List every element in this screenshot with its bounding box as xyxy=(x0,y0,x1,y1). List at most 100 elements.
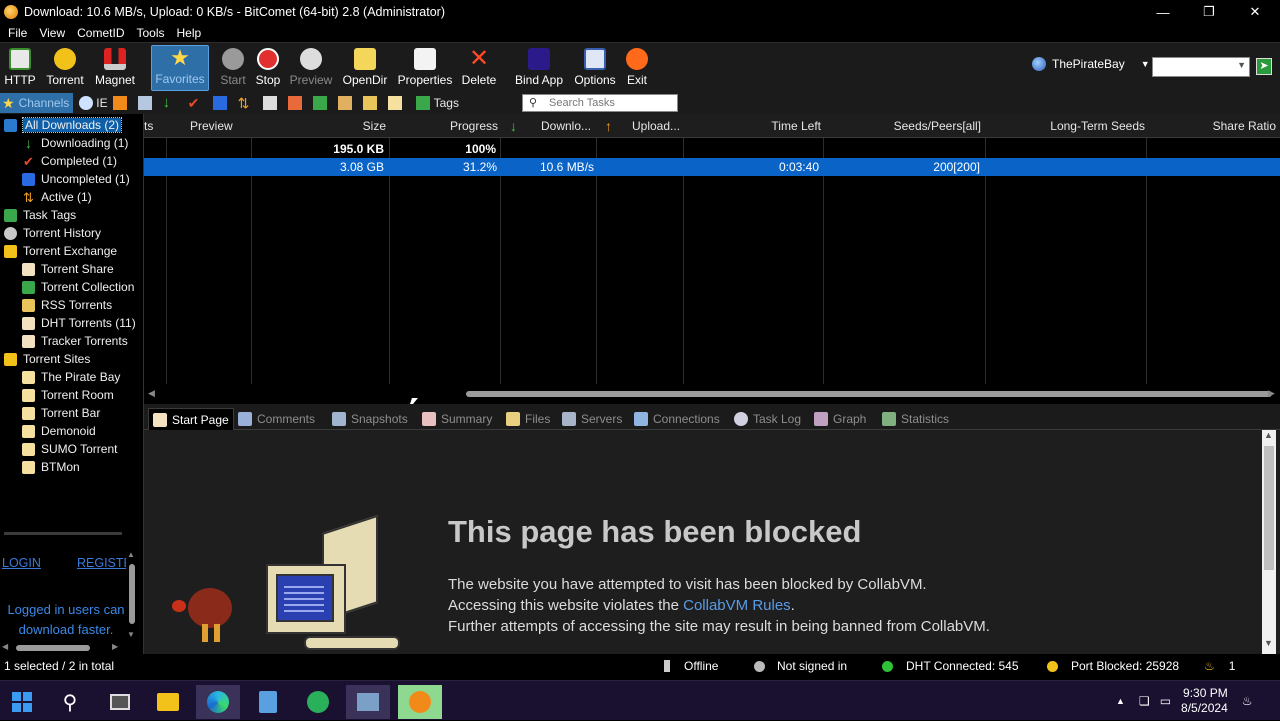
sidebar-item-task-tags[interactable]: Task Tags xyxy=(4,206,76,224)
preview-button[interactable]: Preview xyxy=(289,45,333,91)
menu-file[interactable]: File xyxy=(2,26,33,40)
start-button[interactable]: Start xyxy=(218,45,248,91)
sidebar-item-torrent-history[interactable]: Torrent History xyxy=(4,224,101,242)
tab-summary[interactable]: Summary xyxy=(418,408,496,430)
menu-view[interactable]: View xyxy=(33,26,71,40)
alerts-status[interactable]: ♨ 1 xyxy=(1204,659,1235,673)
column-header-long-term-seeds[interactable]: Long-Term Seeds xyxy=(1039,114,1145,138)
go-button[interactable]: ➤ xyxy=(1256,58,1272,75)
sidebar-vscroll[interactable]: ▲ ▼ xyxy=(126,550,138,642)
torrent-file-icon[interactable] xyxy=(337,96,352,110)
tab-task-log[interactable]: Task Log xyxy=(730,408,805,430)
ie-button[interactable]: IE xyxy=(79,96,108,110)
torrent-button[interactable]: Torrent xyxy=(42,45,88,91)
rss-icon[interactable] xyxy=(112,96,127,110)
opendir-button[interactable]: OpenDir xyxy=(340,45,390,91)
column-header-seeds-peers[interactable]: Seeds/Peers[all] xyxy=(889,114,981,138)
options-button[interactable]: Options xyxy=(572,45,618,91)
site-selector[interactable]: ThePirateBay ▼ xyxy=(1032,57,1150,71)
chevron-up-icon[interactable]: ▲ xyxy=(1116,696,1125,706)
display-icon[interactable]: ▭ xyxy=(1160,694,1171,708)
tab-connections[interactable]: Connections xyxy=(630,408,724,430)
table-row[interactable]: 3.08 GB 31.2% 10.6 MB/s 0:03:40 200[200] xyxy=(144,158,1280,176)
favorites-button[interactable]: ★ Favorites xyxy=(151,45,209,91)
sidebar-hscroll[interactable]: ◀ ▶ xyxy=(0,642,126,654)
bind-app-button[interactable]: Bind App xyxy=(511,45,567,91)
archive-icon[interactable] xyxy=(362,96,377,110)
clock[interactable]: 9:30 PM 8/5/2024 xyxy=(1181,686,1228,716)
login-link[interactable]: LOGIN xyxy=(2,556,41,570)
bitcomet-taskbar-icon[interactable] xyxy=(398,685,442,719)
column-header-upload[interactable]: Upload... xyxy=(632,114,692,138)
tab-snapshots[interactable]: Snapshots xyxy=(328,408,412,430)
column-header-size[interactable]: Size xyxy=(354,114,386,138)
column-header-share-ratio[interactable]: Share Ratio xyxy=(1208,114,1276,138)
menu-help[interactable]: Help xyxy=(171,26,208,40)
filter-icon[interactable] xyxy=(262,96,277,110)
site-search-input[interactable]: ▼ xyxy=(1152,57,1250,77)
sidebar-item-torrent-share[interactable]: Torrent Share xyxy=(22,260,114,278)
scroll-thumb[interactable] xyxy=(16,645,90,651)
file-explorer-icon[interactable] xyxy=(146,685,190,719)
sidebar-item-rss-torrents[interactable]: RSS Torrents xyxy=(22,296,112,314)
sidebar-item-all-downloads[interactable]: All Downloads (2) xyxy=(4,116,123,134)
sidebar-item-tracker-torrents[interactable]: Tracker Torrents xyxy=(22,332,128,350)
sidebar-item-demonoid[interactable]: Demonoid xyxy=(22,422,96,440)
search-tasks-input[interactable]: ⚲ Search Tasks xyxy=(522,94,678,112)
sidebar-item-downloading[interactable]: ↓ Downloading (1) xyxy=(22,134,128,152)
up-down-arrows-icon[interactable]: ⇅ xyxy=(238,96,252,110)
download-arrow-icon[interactable]: ↓ xyxy=(163,95,177,110)
sidebar-item-torrent-room[interactable]: Torrent Room xyxy=(22,386,114,404)
task-view-icon[interactable] xyxy=(98,685,142,719)
sidebar-item-torrent-exchange[interactable]: Torrent Exchange xyxy=(4,242,117,260)
column-header-name[interactable]: ts xyxy=(144,114,164,138)
network-icon[interactable]: ❏ xyxy=(1139,694,1150,708)
tab-start-page[interactable]: Start Page xyxy=(148,408,234,430)
stop-button[interactable]: Stop xyxy=(252,45,284,91)
check-icon[interactable]: ✔ xyxy=(188,96,202,110)
sidebar-item-torrent-collection[interactable]: Torrent Collection xyxy=(22,278,134,296)
note-icon[interactable] xyxy=(387,96,402,110)
maximize-button[interactable]: ❐ xyxy=(1186,0,1232,24)
tab-graph[interactable]: Graph xyxy=(810,408,870,430)
sidebar-item-torrent-sites[interactable]: Torrent Sites xyxy=(4,350,90,368)
dht-status[interactable]: DHT Connected: 545 xyxy=(882,659,1019,673)
sidebar-item-btmon[interactable]: BTMon xyxy=(22,458,80,476)
exit-button[interactable]: Exit xyxy=(624,45,650,91)
notification-bell-icon[interactable]: ♨ xyxy=(1242,694,1253,708)
register-link[interactable]: REGISTER xyxy=(77,556,126,570)
port-status[interactable]: Port Blocked: 25928 xyxy=(1047,659,1179,673)
content-vscroll[interactable]: ▲ ▼ xyxy=(1262,430,1276,654)
http-button[interactable]: HTTP xyxy=(2,45,38,91)
panel-splitter[interactable] xyxy=(4,532,122,535)
column-header-progress[interactable]: Progress xyxy=(444,114,498,138)
sidebar-item-dht-torrents[interactable]: DHT Torrents (11) xyxy=(22,314,136,332)
scroll-thumb[interactable] xyxy=(1264,446,1274,570)
properties-button[interactable]: Properties xyxy=(396,45,454,91)
task-manager-icon[interactable] xyxy=(346,685,390,719)
tag-red-icon[interactable] xyxy=(287,96,302,110)
delete-button[interactable]: ✕ Delete xyxy=(458,45,500,91)
menu-cometid[interactable]: CometID xyxy=(71,26,130,40)
windows-start-icon[interactable] xyxy=(0,685,44,719)
sidebar-item-uncompleted[interactable]: Uncompleted (1) xyxy=(22,170,130,188)
sidebar-item-the-pirate-bay[interactable]: The Pirate Bay xyxy=(22,368,120,386)
search-icon[interactable]: ⚲ xyxy=(48,685,92,719)
sidebar-item-completed[interactable]: ✔ Completed (1) xyxy=(22,152,117,170)
table-row[interactable]: 195.0 KB 100% xyxy=(144,140,1280,158)
signin-status[interactable]: Not signed in xyxy=(754,659,847,673)
list-view-icon[interactable] xyxy=(137,96,152,110)
tab-servers[interactable]: Servers xyxy=(558,408,626,430)
tab-statistics[interactable]: Statistics xyxy=(878,408,953,430)
scroll-thumb[interactable] xyxy=(466,391,1272,397)
task-list-hscroll[interactable]: ◀ ▶ xyxy=(144,384,1280,404)
scroll-thumb[interactable] xyxy=(129,564,135,624)
document-app-icon[interactable] xyxy=(246,685,290,719)
column-header-time-left[interactable]: Time Left xyxy=(759,114,821,138)
edge-browser-icon[interactable] xyxy=(196,685,240,719)
menu-tools[interactable]: Tools xyxy=(130,26,170,40)
magnet-button[interactable]: Magnet xyxy=(92,45,138,91)
tags-button[interactable]: Tags xyxy=(415,96,459,110)
network-app-icon[interactable] xyxy=(296,685,340,719)
uncompleted-icon[interactable] xyxy=(212,96,227,110)
